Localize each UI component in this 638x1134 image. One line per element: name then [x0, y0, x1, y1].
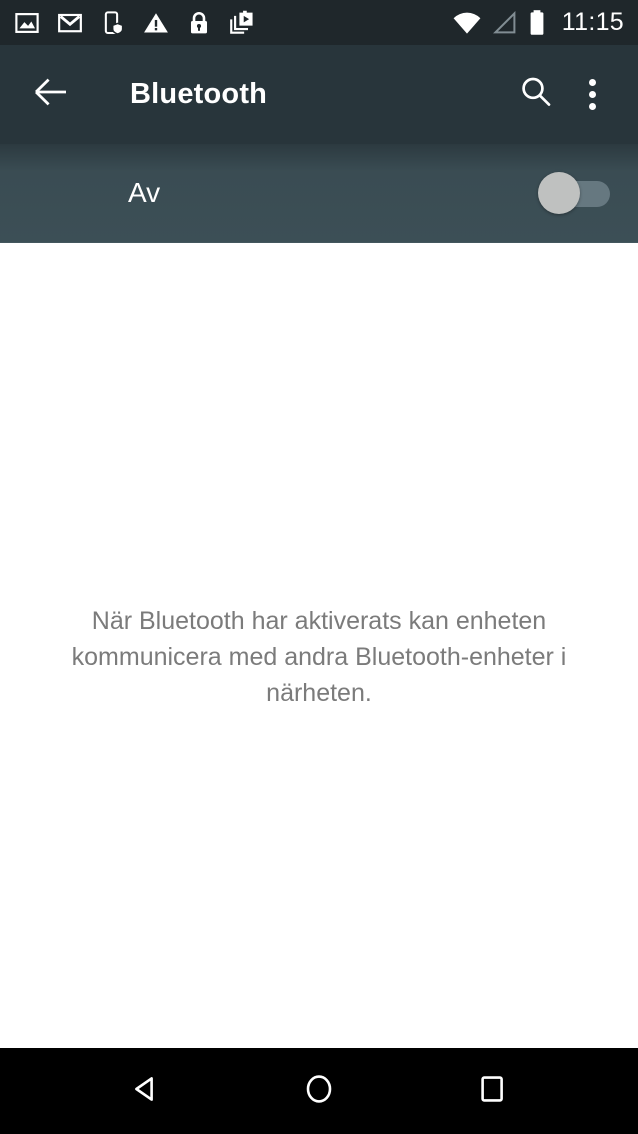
gmail-icon: [57, 10, 83, 36]
image-icon: [14, 10, 40, 36]
bluetooth-toggle-row[interactable]: Av: [0, 144, 638, 243]
phone-screen: 11:15 Bluetooth Av När Bluetooth har akt…: [0, 0, 638, 1134]
screen-record-icon: [229, 9, 255, 37]
content-area: När Bluetooth har aktiverats kan enheten…: [0, 243, 638, 1048]
navigation-bar: [0, 1048, 638, 1134]
status-bar-clock: 11:15: [561, 8, 624, 36]
warning-icon: [143, 10, 169, 36]
battery-icon: [528, 9, 546, 37]
status-bar-system-icons: 11:15: [452, 8, 624, 37]
arrow-left-icon: [30, 71, 72, 118]
switch-thumb[interactable]: [538, 172, 580, 214]
search-icon: [517, 73, 555, 116]
overflow-menu-button[interactable]: [564, 67, 620, 123]
status-bar: 11:15: [0, 0, 638, 45]
more-vertical-icon: [588, 79, 596, 110]
action-bar: Bluetooth: [0, 45, 638, 144]
bluetooth-toggle-switch[interactable]: [538, 172, 610, 214]
phone-shield-icon: [100, 10, 126, 36]
circle-icon: [299, 1069, 339, 1114]
empty-state-message: När Bluetooth har aktiverats kan enheten…: [71, 607, 567, 707]
back-button[interactable]: [26, 70, 76, 120]
bluetooth-toggle-label: Av: [128, 177, 161, 208]
square-icon: [472, 1069, 512, 1114]
nav-back-button[interactable]: [101, 1056, 191, 1126]
cell-signal-icon: [492, 10, 518, 36]
search-button[interactable]: [508, 67, 564, 123]
wifi-icon: [452, 10, 482, 36]
lock-icon: [186, 10, 212, 36]
status-bar-notification-icons: [14, 9, 255, 37]
page-title: Bluetooth: [130, 78, 268, 110]
triangle-left-icon: [126, 1069, 166, 1114]
nav-home-button[interactable]: [274, 1056, 364, 1126]
nav-recents-button[interactable]: [447, 1056, 537, 1126]
